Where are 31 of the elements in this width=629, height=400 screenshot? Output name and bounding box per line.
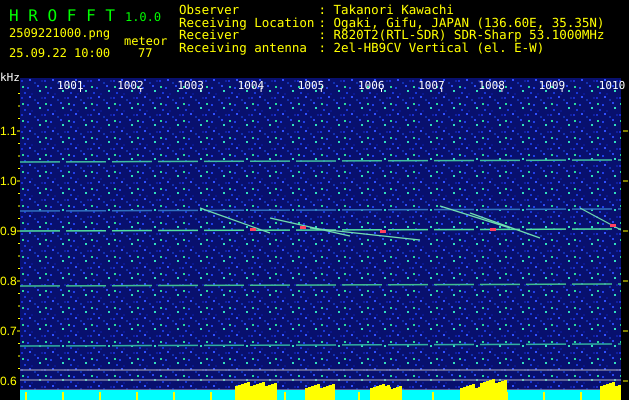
x-axis-label: 1010	[598, 80, 626, 92]
x-axis-label: 1001	[57, 80, 84, 92]
app-version: 1.0.0	[124, 9, 162, 26]
info-value: : 2el-HB9CV Vertical (el. E-W)	[318, 42, 546, 54]
meteor-count: 77	[138, 46, 152, 62]
x-axis-label: 1005	[298, 80, 324, 92]
y-axis-label: 0.8	[0, 274, 17, 288]
info-label: Receiving antenna	[179, 42, 308, 54]
info-value: : R820T2(RTL-SDR) SDR-Sharp 53.1000MHz	[318, 29, 604, 42]
y-axis-label: 1.0	[0, 174, 17, 188]
file-name: 2509221000.png	[9, 25, 110, 42]
x-axis-label: 1007	[418, 80, 445, 92]
x-axis-label: 1009	[538, 80, 566, 92]
x-axis-label: 1002	[117, 80, 144, 92]
y-axis-label: 0.9	[0, 224, 17, 238]
x-axis-label: 1004	[238, 80, 264, 92]
info-label: Observer	[179, 4, 240, 16]
meteor-label: meteor	[124, 33, 168, 48]
y-axis-label: 0.6	[0, 374, 17, 388]
y-axis-label: 0.7	[0, 324, 17, 338]
info-label: Receiver	[179, 29, 240, 42]
info-label: Receiving Location	[179, 16, 314, 29]
info-value: : Takanori Kawachi	[318, 4, 455, 16]
x-axis-label: 1008	[478, 80, 505, 92]
info-value: : Ogaki, Gifu, JAPAN (136.60E, 35.35N)	[318, 16, 604, 29]
x-axis-label: 1003	[177, 80, 204, 92]
y-axis-label: 1.1	[0, 124, 17, 138]
date-time: 25.09.22 10:00	[9, 45, 110, 62]
axis-unit: kHz	[0, 72, 20, 84]
app-title: H R O F F T	[9, 5, 115, 27]
x-axis-label: 1006	[358, 80, 384, 92]
